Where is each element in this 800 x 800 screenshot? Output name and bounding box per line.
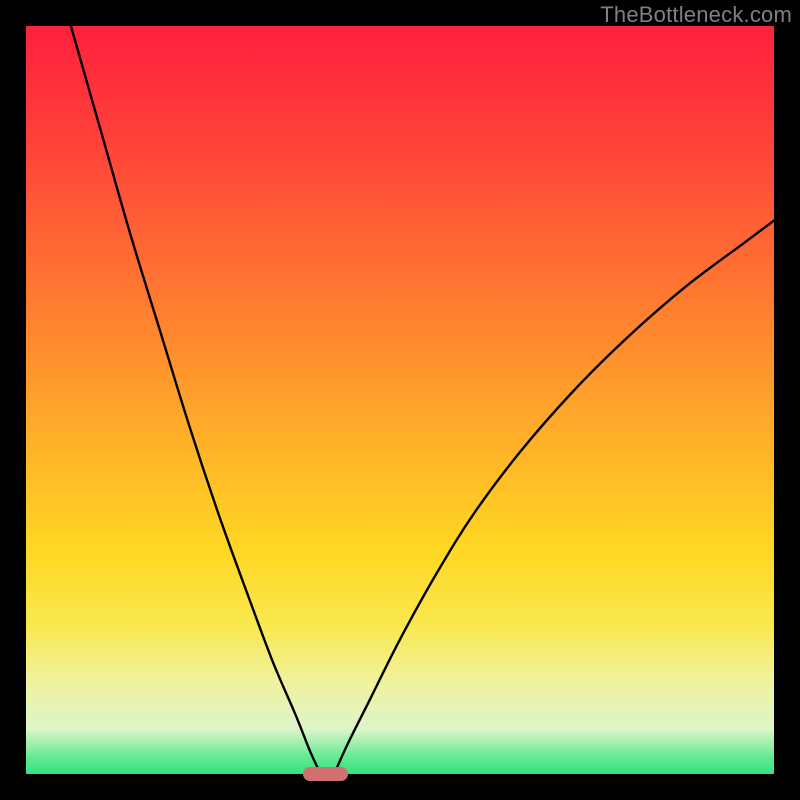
bottleneck-curve bbox=[26, 26, 774, 774]
watermark-text: TheBottleneck.com bbox=[600, 2, 792, 28]
chart-frame: TheBottleneck.com bbox=[0, 0, 800, 800]
plot-area bbox=[26, 26, 774, 774]
optimum-marker bbox=[303, 767, 348, 781]
